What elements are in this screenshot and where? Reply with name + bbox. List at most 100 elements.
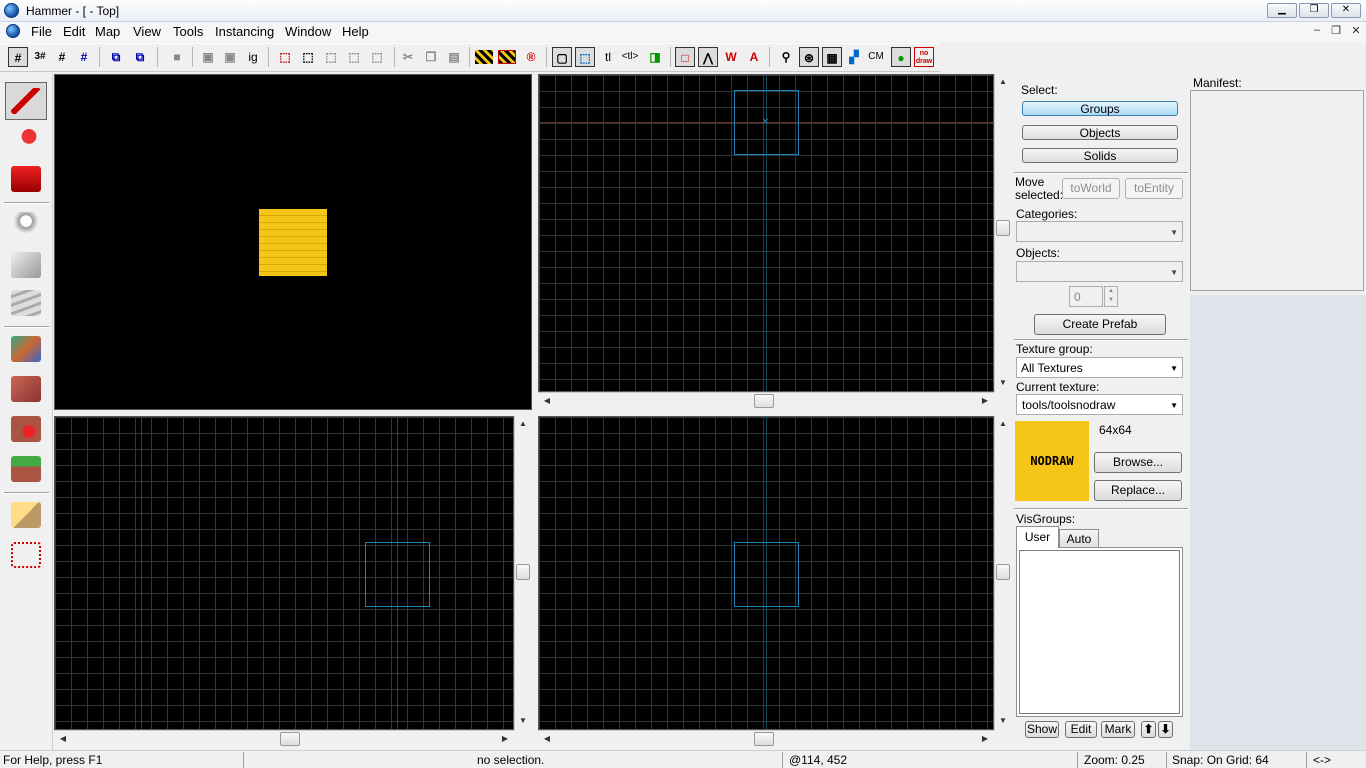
selection-mode-icon[interactable]: ⬚ [575, 47, 595, 67]
apply-texture-icon[interactable] [5, 330, 47, 368]
brush-outline-front[interactable] [365, 542, 430, 607]
ignore-groups-icon[interactable]: ig [243, 47, 263, 67]
texture-group-combo[interactable]: All Textures ▼ [1016, 357, 1183, 378]
front-vscroll-thumb[interactable] [516, 564, 530, 580]
manifest-list[interactable] [1190, 90, 1364, 291]
select-solids-button[interactable]: Solids [1022, 148, 1178, 163]
objects-spin-input[interactable]: 0 [1069, 286, 1103, 307]
menu-view[interactable]: View [128, 24, 166, 39]
detail-icon[interactable]: ▞ [844, 47, 864, 67]
viewport-top[interactable]: × [538, 74, 994, 392]
3d-grid-icon[interactable]: 3# [30, 47, 50, 67]
hide-selected-icon[interactable]: ■ [167, 47, 187, 67]
top-vertical-scrollbar[interactable]: ▲ ▼ [994, 74, 1011, 392]
texture-lock-icon[interactable] [475, 50, 493, 64]
cut-icon[interactable]: ✂ [398, 47, 418, 67]
menu-file[interactable]: File [26, 24, 57, 39]
texture-scale-lock-icon[interactable] [498, 50, 516, 64]
to-entity-icon[interactable]: ⬚ [321, 47, 341, 67]
make-hollow-icon[interactable]: ⬚ [298, 47, 318, 67]
overlay-tool-icon[interactable] [5, 284, 47, 322]
paste-icon[interactable]: ▤ [444, 47, 464, 67]
top-hscroll-thumb[interactable] [754, 394, 774, 408]
select-box-icon[interactable]: ▢ [552, 47, 572, 67]
top-horizontal-scrollbar[interactable]: ◀ ▶ [538, 392, 994, 409]
menu-help[interactable]: Help [337, 24, 374, 39]
leaf-icon[interactable]: ● [891, 47, 911, 67]
apply-current-texture-icon[interactable] [5, 370, 47, 408]
viewport-side[interactable] [538, 416, 994, 730]
copy-icon[interactable]: ❐ [421, 47, 441, 67]
menu-map[interactable]: Map [90, 24, 125, 39]
nodraw-brush-3d[interactable] [259, 209, 327, 276]
apply-overlay-icon[interactable] [5, 450, 47, 488]
wireframe-icon[interactable]: □ [675, 47, 695, 67]
menu-edit[interactable]: Edit [58, 24, 90, 39]
front-hscroll-thumb[interactable] [280, 732, 300, 746]
menu-tools[interactable]: Tools [168, 24, 208, 39]
mdi-close-button[interactable]: ✕ [1347, 24, 1365, 39]
front-vertical-scrollbar[interactable]: ▲ ▼ [514, 416, 531, 730]
mdi-minimize-button[interactable]: – [1308, 24, 1326, 39]
viewport-3d[interactable] [54, 74, 532, 410]
vertex-tool-icon[interactable] [5, 536, 47, 574]
minimize-button[interactable]: ▁ [1267, 3, 1297, 18]
camera-tool-icon[interactable] [5, 160, 47, 198]
replace-button[interactable]: Replace... [1094, 480, 1182, 501]
lightmap-icon[interactable]: A [744, 47, 764, 67]
select-groups-button[interactable]: Groups [1022, 101, 1178, 116]
browse-button[interactable]: Browse... [1094, 452, 1182, 473]
side-vertical-scrollbar[interactable]: ▲ ▼ [994, 416, 1011, 730]
tl-arrows-icon[interactable]: <tl> [620, 47, 640, 67]
visgroup-edit-button[interactable]: Edit [1065, 721, 1097, 738]
unhide-icon[interactable]: ▣ [220, 47, 240, 67]
cm-icon[interactable]: CM [866, 47, 886, 67]
arrow-up-icon[interactable]: ⬆ [1141, 721, 1156, 738]
smaller-grid-icon[interactable]: # [52, 47, 72, 67]
tab-user[interactable]: User [1016, 526, 1059, 548]
select-objects-button[interactable]: Objects [1022, 125, 1178, 140]
selection-tool-icon[interactable] [5, 82, 47, 120]
apply-decal-icon[interactable] [5, 410, 47, 448]
to-entity-button[interactable]: toEntity [1125, 178, 1183, 199]
carve-icon[interactable]: ⬚ [275, 47, 295, 67]
side-vscroll-thumb[interactable] [996, 564, 1010, 580]
to-world-button[interactable]: toWorld [1062, 178, 1120, 199]
categories-combo[interactable]: ▼ [1016, 221, 1183, 242]
side-hscroll-thumb[interactable] [754, 732, 774, 746]
tab-auto[interactable]: Auto [1059, 529, 1099, 548]
group-icon[interactable]: ⧉ [106, 47, 126, 67]
brush-outline-side[interactable] [734, 542, 799, 607]
vertex-icon[interactable]: ⬚ [367, 47, 387, 67]
viewport-front[interactable] [54, 416, 514, 730]
create-prefab-button[interactable]: Create Prefab [1034, 314, 1166, 335]
helpers-icon[interactable]: ⚲ [776, 47, 796, 67]
menu-window[interactable]: Window [280, 24, 336, 39]
objects-combo[interactable]: ▼ [1016, 261, 1183, 282]
tl-icon[interactable]: tl [598, 47, 618, 67]
current-texture-combo[interactable]: tools/toolsnodraw ▼ [1016, 394, 1183, 415]
block-tool-icon[interactable] [5, 246, 47, 284]
texture-preview[interactable]: NODRAW [1015, 421, 1089, 501]
visgroups-list[interactable] [1019, 550, 1180, 714]
larger-grid-icon[interactable]: # [74, 47, 94, 67]
models-icon[interactable]: ⊛ [799, 47, 819, 67]
clipping-tool-icon[interactable] [5, 496, 47, 534]
nodraw-toggle-icon[interactable]: no draw [914, 47, 934, 67]
toggle-cordon-icon[interactable]: ® [521, 47, 541, 67]
menu-instancing[interactable]: Instancing [210, 24, 279, 39]
close-button[interactable]: ✕ [1331, 3, 1361, 18]
water-icon[interactable]: ▦ [822, 47, 842, 67]
front-horizontal-scrollbar[interactable]: ◀ ▶ [54, 730, 514, 747]
visgroup-show-button[interactable]: Show [1025, 721, 1059, 738]
maximize-button[interactable]: ❐ [1299, 3, 1329, 18]
grid-toggle-icon[interactable]: # [8, 47, 28, 67]
polygon-icon[interactable]: ⋀ [698, 47, 718, 67]
texture-icon[interactable]: W [721, 47, 741, 67]
visgroup-mark-button[interactable]: Mark [1101, 721, 1135, 738]
arrow-down-icon[interactable]: ⬇ [1158, 721, 1173, 738]
hide-unselected-icon[interactable]: ▣ [198, 47, 218, 67]
top-vscroll-thumb[interactable] [996, 220, 1010, 236]
to-world-icon[interactable]: ⬚ [344, 47, 364, 67]
side-horizontal-scrollbar[interactable]: ◀ ▶ [538, 730, 994, 747]
